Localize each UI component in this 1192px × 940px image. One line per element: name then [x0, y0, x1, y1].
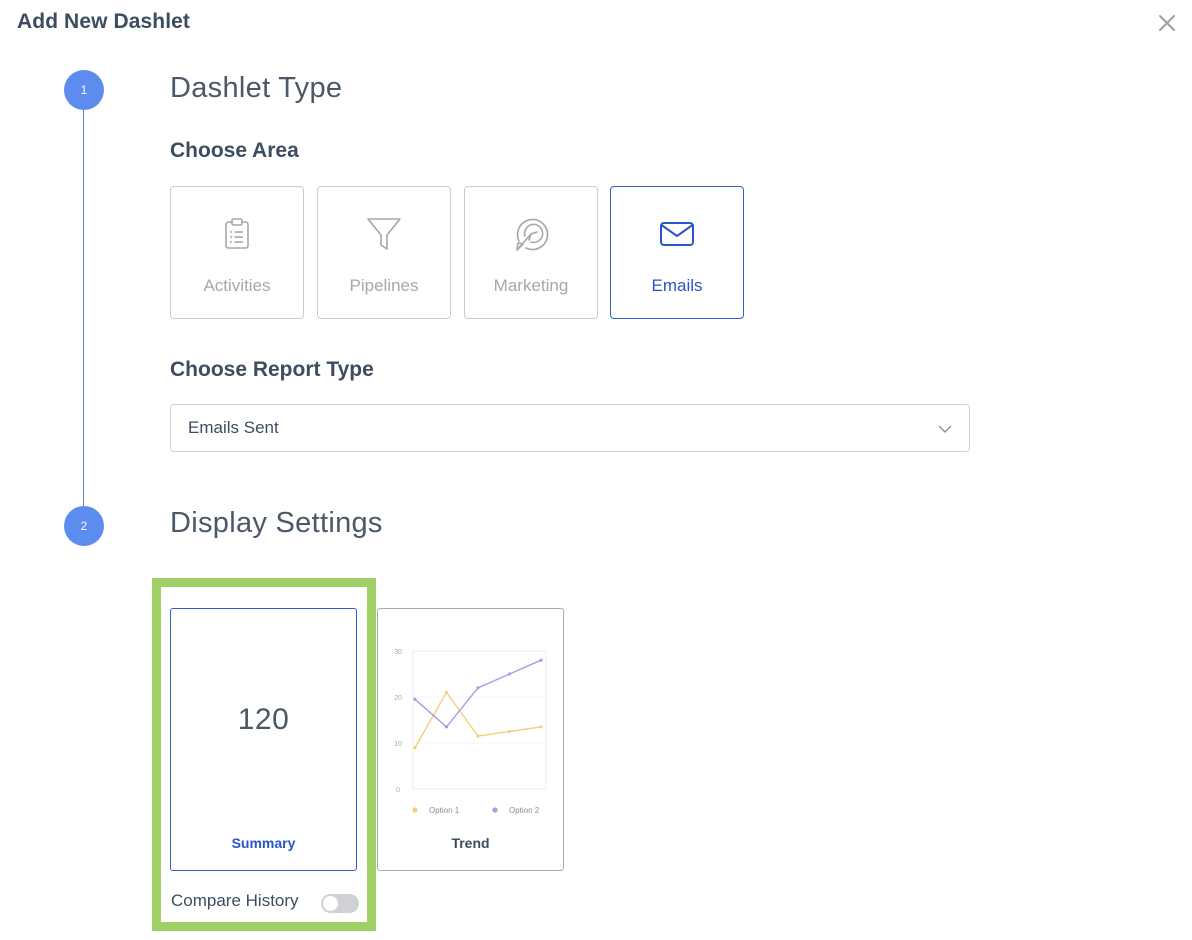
display-option-summary[interactable]: 120 Summary: [170, 608, 357, 871]
compare-history-toggle[interactable]: [321, 894, 359, 913]
chart-point-2-5: [539, 658, 543, 662]
chart-point-1-3: [476, 734, 480, 738]
chart-y-tick-label: 0: [396, 787, 400, 794]
compare-history-label: Compare History: [171, 891, 299, 910]
modal-title: Add New Dashlet: [17, 10, 191, 33]
chart-plot-frame: [412, 650, 547, 790]
chart-y-tick-label: 30: [394, 649, 402, 656]
chevron-down-icon: [938, 425, 952, 433]
area-label-pipelines: Pipelines: [349, 276, 419, 295]
area-option-emails[interactable]: Emails: [610, 186, 744, 319]
report-type-select[interactable]: Emails Sent: [170, 404, 970, 452]
area-label-emails: Emails: [651, 276, 703, 295]
area-label-activities: Activities: [203, 276, 271, 295]
dashlet-type-title: Dashlet Type: [170, 72, 343, 104]
legend-label-2: Option 2: [509, 806, 540, 815]
area-option-pipelines[interactable]: Pipelines: [317, 186, 451, 319]
chart-series-line-1: [414, 691, 542, 748]
target-arrow-icon: [465, 215, 597, 253]
legend-label-1: Option 1: [429, 806, 460, 815]
legend-marker-1: [412, 807, 418, 813]
clipboard-icon: [171, 215, 303, 253]
area-option-activities[interactable]: Activities: [170, 186, 304, 319]
summary-value: 120: [237, 703, 290, 736]
chart-point-1-2: [444, 690, 449, 694]
chart-point-1-1: [413, 746, 417, 750]
step-2-indicator: 2: [64, 506, 104, 546]
choose-area-heading: Choose Area: [170, 139, 299, 162]
chart-point-2-1: [413, 697, 417, 701]
chart-point-2-2: [444, 725, 449, 729]
trend-label: Trend: [451, 835, 490, 851]
summary-label: Summary: [231, 835, 296, 851]
chart-point-2-4: [507, 672, 512, 676]
area-option-marketing[interactable]: Marketing: [464, 186, 598, 319]
display-option-trend[interactable]: 0 10 20 30 Option 1 Option 2 Trend: [377, 608, 564, 871]
close-icon: [1159, 15, 1175, 31]
area-label-marketing: Marketing: [493, 276, 569, 295]
chart-point-1-5: [539, 725, 543, 729]
toggle-knob: [323, 896, 338, 911]
legend-marker-2: [492, 807, 498, 813]
choose-report-type-heading: Choose Report Type: [170, 358, 374, 381]
display-settings-title: Display Settings: [170, 507, 383, 539]
report-type-value: Emails Sent: [188, 418, 279, 437]
chart-y-tick-label: 20: [394, 695, 402, 702]
chart-series-line-2: [414, 659, 542, 728]
close-button[interactable]: [1152, 8, 1182, 38]
step-connector-line: [83, 105, 84, 513]
envelope-icon: [611, 215, 743, 253]
chart-y-tick-label: 10: [394, 741, 402, 748]
chart-point-1-4: [507, 729, 512, 734]
step-1-indicator: 1: [64, 70, 104, 110]
trend-chart: 0 10 20 30 Option 1 Option 2: [394, 649, 547, 815]
funnel-icon: [318, 215, 450, 253]
chart-point-2-3: [476, 686, 480, 690]
